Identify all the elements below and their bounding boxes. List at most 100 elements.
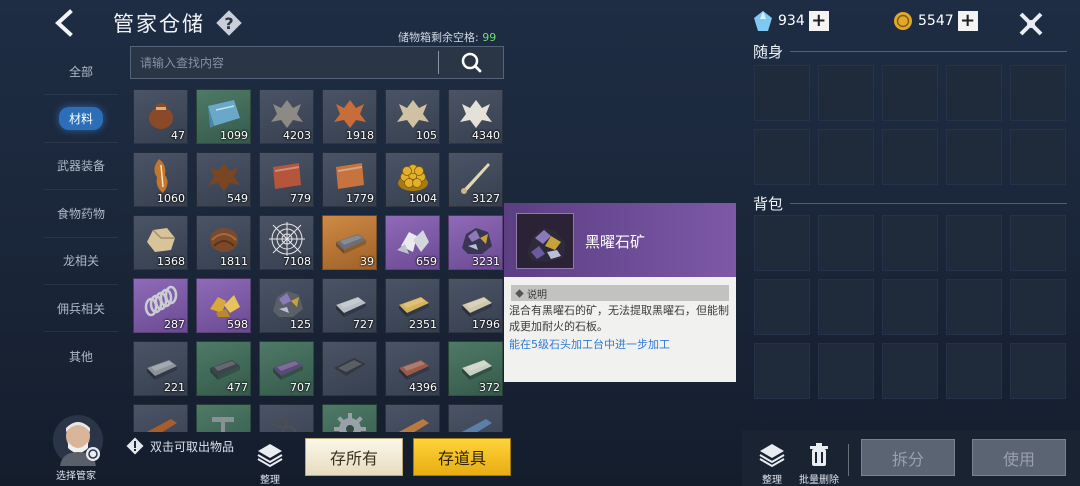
coin-amount: 5547 [918, 13, 954, 29]
item-slot[interactable] [259, 404, 314, 432]
bag-slot[interactable] [946, 279, 1002, 335]
item-slot[interactable]: 549 [196, 152, 251, 207]
item-slot[interactable]: 39 [322, 215, 377, 270]
item-slot[interactable]: 1004 [385, 152, 440, 207]
item-slot[interactable]: 2351 [385, 278, 440, 333]
item-slot[interactable] [322, 404, 377, 432]
item-slot[interactable] [133, 404, 188, 432]
svg-text:?: ? [224, 14, 233, 33]
tidy-storage-button[interactable]: 整理 [252, 442, 288, 486]
item-slot[interactable]: 1796 [448, 278, 503, 333]
item-quantity: 1918 [346, 129, 374, 142]
page-title: 管家仓储 [113, 12, 205, 36]
bag-slot[interactable] [946, 343, 1002, 399]
store-all-button[interactable]: 存所有 [305, 438, 403, 476]
item-slot[interactable] [385, 404, 440, 432]
close-button[interactable] [1016, 9, 1046, 39]
help-button[interactable]: ? [214, 8, 244, 38]
search-input[interactable] [131, 47, 437, 78]
layers-icon [759, 444, 785, 468]
item-slot[interactable]: 105 [385, 89, 440, 144]
item-slot[interactable]: 4203 [259, 89, 314, 144]
item-slot[interactable]: 727 [322, 278, 377, 333]
item-slot[interactable]: 1779 [322, 152, 377, 207]
item-slot[interactable]: 1811 [196, 215, 251, 270]
item-slot[interactable]: 1918 [322, 89, 377, 144]
item-quantity: 105 [416, 129, 437, 142]
item-slot[interactable]: 1368 [133, 215, 188, 270]
carry-slot[interactable] [1010, 129, 1066, 185]
item-quantity: 1099 [220, 129, 248, 142]
category-weapons[interactable]: 武器装备 [44, 143, 118, 191]
item-slot[interactable]: 1099 [196, 89, 251, 144]
item-slot[interactable]: 221 [133, 341, 188, 396]
category-other[interactable]: 其他 [44, 332, 118, 379]
item-slot[interactable]: 1060 [133, 152, 188, 207]
category-label: 武器装备 [56, 159, 105, 174]
item-slot[interactable]: 779 [259, 152, 314, 207]
bag-slot[interactable] [882, 215, 938, 271]
category-dragon[interactable]: 龙相关 [44, 238, 118, 285]
carry-slot[interactable] [946, 65, 1002, 121]
carry-slot[interactable] [946, 129, 1002, 185]
bulk-delete-button[interactable]: 批量删除 [796, 442, 842, 486]
store-tools-button[interactable]: 存道具 [413, 438, 511, 476]
item-slot[interactable]: 477 [196, 341, 251, 396]
item-slot[interactable] [448, 404, 503, 432]
bag-grid [754, 215, 1066, 399]
category-label: 食物药物 [56, 206, 105, 221]
item-quantity: 727 [353, 318, 374, 331]
carry-slot[interactable] [818, 65, 874, 121]
use-button[interactable]: 使用 [972, 439, 1066, 476]
tooltip-processing-link[interactable]: 能在5级石头加工台中进一步加工 [509, 336, 670, 352]
item-slot[interactable]: 47 [133, 89, 188, 144]
steward-avatar[interactable] [52, 414, 104, 466]
item-slot[interactable]: 659 [385, 215, 440, 270]
item-slot[interactable]: 4340 [448, 89, 503, 144]
category-food[interactable]: 食物药物 [44, 190, 118, 238]
item-slot[interactable] [322, 341, 377, 396]
bag-slot[interactable] [818, 279, 874, 335]
item-slot[interactable]: 598 [196, 278, 251, 333]
bag-slot[interactable] [818, 343, 874, 399]
carry-slot[interactable] [754, 129, 810, 185]
search-button[interactable] [439, 47, 505, 78]
bag-slot[interactable] [1010, 215, 1066, 271]
bag-slot[interactable] [754, 215, 810, 271]
item-slot[interactable]: 3231 [448, 215, 503, 270]
bag-slot[interactable] [754, 343, 810, 399]
item-slot[interactable] [196, 404, 251, 432]
category-all[interactable]: 全部 [44, 48, 118, 96]
item-quantity: 3231 [472, 255, 500, 268]
category-mercenary[interactable]: 佣兵相关 [44, 285, 118, 333]
category-materials[interactable]: 材料 [44, 95, 118, 143]
carry-slot[interactable] [1010, 65, 1066, 121]
carry-slot[interactable] [818, 129, 874, 185]
bag-slot[interactable] [946, 215, 1002, 271]
carry-slot[interactable] [882, 65, 938, 121]
bag-slot[interactable] [882, 343, 938, 399]
item-quantity: 1004 [409, 192, 437, 205]
item-slot[interactable]: 707 [259, 341, 314, 396]
item-slot[interactable]: 287 [133, 278, 188, 333]
item-slot[interactable]: 7108 [259, 215, 314, 270]
item-slot[interactable]: 4396 [385, 341, 440, 396]
bag-slot[interactable] [818, 215, 874, 271]
bag-slot[interactable] [754, 279, 810, 335]
carry-slot[interactable] [882, 129, 938, 185]
item-quantity: 477 [227, 381, 248, 394]
split-button[interactable]: 拆分 [861, 439, 955, 476]
back-button[interactable] [48, 6, 82, 40]
add-gems-button[interactable]: + [808, 11, 829, 31]
bag-slot[interactable] [1010, 343, 1066, 399]
category-label: 龙相关 [62, 254, 99, 269]
item-slot[interactable]: 3127 [448, 152, 503, 207]
item-quantity: 125 [290, 318, 311, 331]
item-slot[interactable]: 372 [448, 341, 503, 396]
carry-slot[interactable] [754, 65, 810, 121]
tidy-bag-button[interactable]: 整理 [754, 442, 790, 486]
add-coins-button[interactable]: + [957, 11, 978, 31]
item-slot[interactable]: 125 [259, 278, 314, 333]
bag-slot[interactable] [1010, 279, 1066, 335]
bag-slot[interactable] [882, 279, 938, 335]
